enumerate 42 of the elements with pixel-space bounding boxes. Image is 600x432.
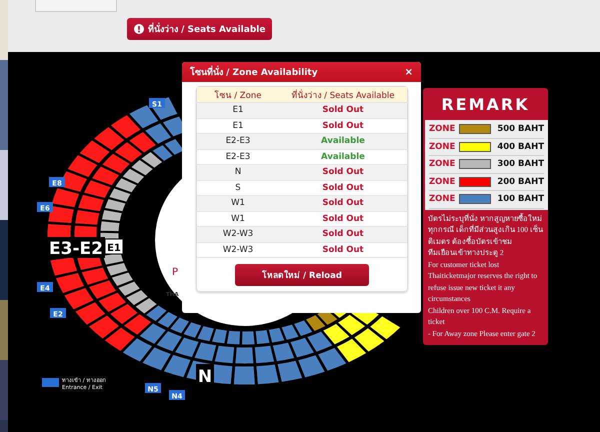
table-cell-text: Sold Out bbox=[321, 229, 365, 240]
table-cell-text: E2-E3 bbox=[224, 136, 252, 146]
table-cell-text: S bbox=[234, 182, 242, 193]
table-cell-text: Sold Out bbox=[321, 214, 365, 224]
table-cell-text: Available bbox=[320, 152, 366, 162]
price-text: 100 BAHT bbox=[497, 194, 544, 204]
table-cell-text: W2-W3 bbox=[222, 229, 254, 240]
zone-text: ZONE bbox=[429, 194, 456, 204]
table-cell-text: E1 bbox=[232, 120, 244, 131]
remark-title: REMARK bbox=[440, 94, 531, 116]
table-cell-text: Sold Out bbox=[321, 120, 365, 131]
zone-label: E3-E2 bbox=[47, 237, 105, 259]
zone-text: ZONE bbox=[429, 159, 456, 170]
close-button[interactable]: × bbox=[404, 66, 413, 78]
table-cell-text: E1 bbox=[232, 105, 244, 116]
alert-icon bbox=[134, 24, 144, 34]
price-text: 400 BAHT bbox=[497, 142, 544, 152]
price-text: 200 BAHT bbox=[497, 176, 544, 187]
table-cell-text: Sold Out bbox=[321, 167, 365, 178]
seats-available-button[interactable]: ที่นั่งว่าง / Seats Available bbox=[127, 18, 272, 40]
zone-text: ZONE bbox=[429, 124, 456, 134]
zone-label: E1 bbox=[104, 238, 124, 254]
column-header: โซน / Zone bbox=[214, 89, 262, 102]
table-cell-text: Available bbox=[320, 136, 366, 146]
price-text: 300 BAHT bbox=[497, 159, 544, 170]
table-cell-text: W1 bbox=[230, 214, 246, 224]
table-cell-text: W2-W3 bbox=[222, 244, 254, 255]
zone-text: ZONE bbox=[429, 176, 456, 187]
table-cell-text: W1 bbox=[230, 198, 246, 208]
table-cell-text: Sold Out bbox=[321, 105, 365, 116]
map-text: P bbox=[172, 267, 178, 278]
column-header: ที่นั่งว่าง / Seats Available bbox=[290, 88, 396, 102]
reload-button[interactable]: โหลดใหม่ / Reload bbox=[235, 264, 369, 286]
table-cell-text: Sold Out bbox=[321, 244, 365, 255]
dialog-title: โซนที่นั่ง / Zone Availability bbox=[190, 65, 318, 79]
table-cell-text: N bbox=[234, 167, 242, 178]
price-text: 500 BAHT bbox=[497, 124, 544, 134]
zone-text: ZONE bbox=[429, 142, 456, 152]
table-cell-text: E2-E3 bbox=[224, 152, 252, 162]
legend-swatch bbox=[42, 378, 59, 387]
table-cell-text: Sold Out bbox=[321, 198, 365, 208]
table-cell-text: Sold Out bbox=[321, 182, 365, 193]
